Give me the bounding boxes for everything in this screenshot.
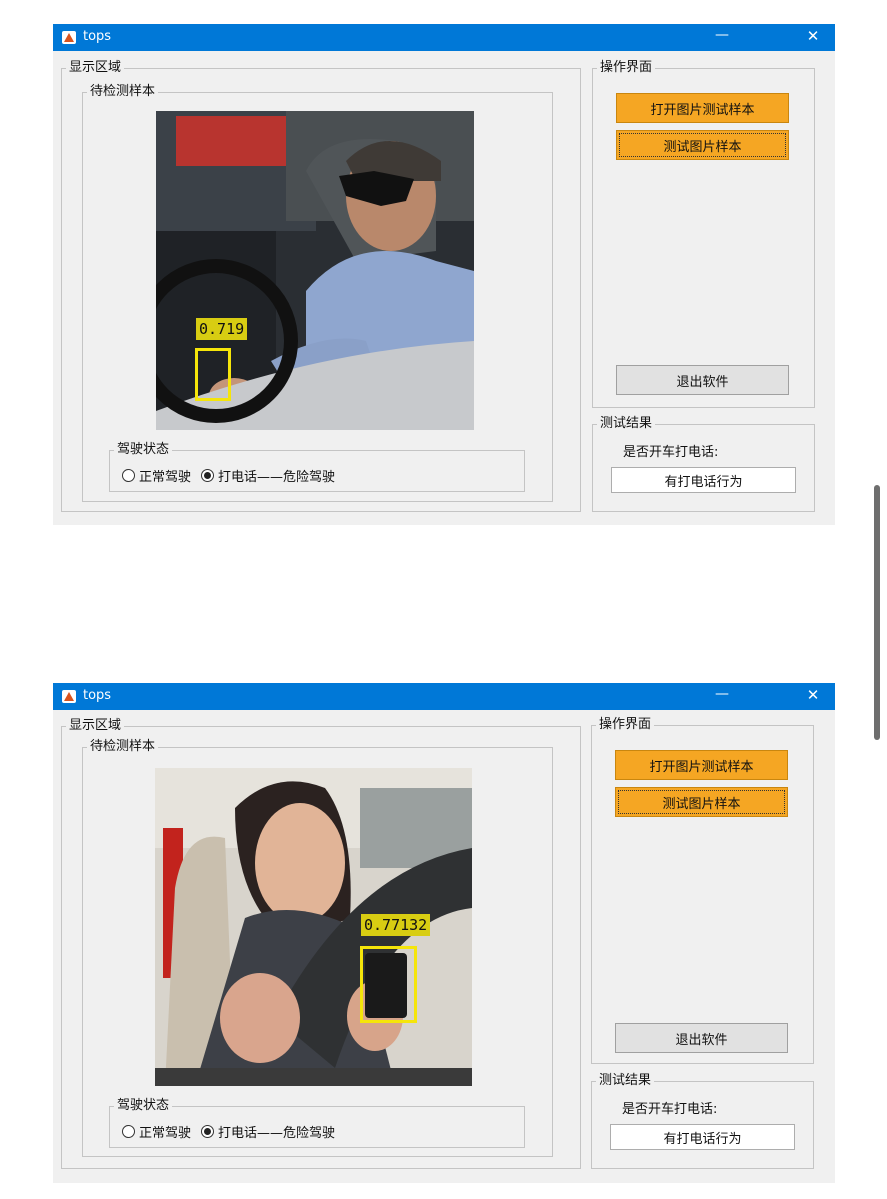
- results-label: 测试结果: [596, 1073, 655, 1089]
- display-area-panel: 显示区域 待检测样本: [61, 718, 581, 1169]
- display-area-panel: 显示区域 待检测样本: [61, 60, 581, 512]
- driving-state-group: 驾驶状态 正常驾驶 打电话——危险驾驶: [109, 442, 525, 492]
- radio-circle-icon: [122, 1125, 135, 1138]
- results-panel: 测试结果 是否开车打电话: 有打电话行为: [592, 416, 815, 512]
- detection-score-label: 0.719: [196, 318, 248, 340]
- radio-circle-icon: [122, 469, 135, 482]
- app-window: tops — ✕ 显示区域 待检测样本: [53, 24, 835, 525]
- minimize-icon[interactable]: —: [710, 27, 734, 43]
- test-image-button[interactable]: 测试图片样本: [615, 787, 788, 817]
- radio-phone-driving[interactable]: 打电话——危险驾驶: [201, 1122, 335, 1141]
- operation-panel-label: 操作界面: [597, 60, 656, 76]
- sample-panel: 待检测样本 0.77132 驾驶状态 正常驾驶 打电话——危险驾驶: [82, 739, 553, 1157]
- window-title: tops: [83, 688, 112, 703]
- display-area-label: 显示区域: [66, 60, 125, 76]
- display-area-label: 显示区域: [66, 718, 125, 734]
- exit-button[interactable]: 退出软件: [616, 365, 789, 395]
- sample-panel-label: 待检测样本: [87, 84, 159, 100]
- sample-image: 0.719: [156, 111, 474, 430]
- test-image-button[interactable]: 测试图片样本: [616, 130, 789, 160]
- operation-panel: 操作界面 打开图片测试样本 测试图片样本 退出软件: [592, 60, 815, 408]
- results-label: 测试结果: [597, 416, 656, 432]
- open-image-button[interactable]: 打开图片测试样本: [616, 93, 789, 123]
- window-titlebar[interactable]: tops — ✕: [53, 24, 835, 51]
- driving-state-group: 驾驶状态 正常驾驶 打电话——危险驾驶: [109, 1098, 525, 1148]
- sample-panel-label: 待检测样本: [87, 739, 159, 755]
- detection-box: [360, 946, 417, 1023]
- radio-normal-driving[interactable]: 正常驾驶: [122, 466, 191, 485]
- results-panel: 测试结果 是否开车打电话: 有打电话行为: [591, 1073, 814, 1169]
- radio-phone-driving[interactable]: 打电话——危险驾驶: [201, 466, 335, 485]
- window-titlebar[interactable]: tops — ✕: [53, 683, 835, 710]
- detection-box: [195, 348, 231, 401]
- phone-question-label: 是否开车打电话:: [622, 1102, 718, 1117]
- detection-score-label: 0.77132: [361, 914, 431, 936]
- driving-state-label: 驾驶状态: [114, 1098, 173, 1114]
- radio-phone-label: 打电话——危险驾驶: [218, 1126, 336, 1141]
- operation-panel: 操作界面 打开图片测试样本 测试图片样本 退出软件: [591, 717, 814, 1064]
- open-image-button[interactable]: 打开图片测试样本: [615, 750, 788, 780]
- window-title: tops: [83, 29, 112, 44]
- operation-panel-label: 操作界面: [596, 717, 655, 733]
- matlab-logo-icon: [62, 690, 76, 703]
- close-icon[interactable]: ✕: [801, 27, 825, 45]
- close-icon[interactable]: ✕: [801, 686, 825, 704]
- matlab-logo-icon: [62, 31, 76, 44]
- radio-normal-label: 正常驾驶: [139, 1126, 192, 1141]
- sample-panel: 待检测样本 0.719 驾驶状态 正常驾驶 打电话——危险驾驶: [82, 84, 553, 502]
- radio-selected-icon: [201, 469, 214, 482]
- page-scrollbar[interactable]: [874, 485, 880, 740]
- result-output: 有打电话行为: [611, 467, 796, 493]
- radio-normal-driving[interactable]: 正常驾驶: [122, 1122, 191, 1141]
- driving-state-label: 驾驶状态: [114, 442, 173, 458]
- phone-question-label: 是否开车打电话:: [623, 445, 719, 460]
- exit-button[interactable]: 退出软件: [615, 1023, 788, 1053]
- radio-phone-label: 打电话——危险驾驶: [218, 470, 336, 485]
- result-output: 有打电话行为: [610, 1124, 795, 1150]
- radio-selected-icon: [201, 1125, 214, 1138]
- minimize-icon[interactable]: —: [710, 686, 734, 702]
- sample-image: 0.77132: [155, 768, 472, 1086]
- app-window: tops — ✕ 显示区域 待检测样本: [53, 683, 835, 1183]
- radio-normal-label: 正常驾驶: [139, 470, 192, 485]
